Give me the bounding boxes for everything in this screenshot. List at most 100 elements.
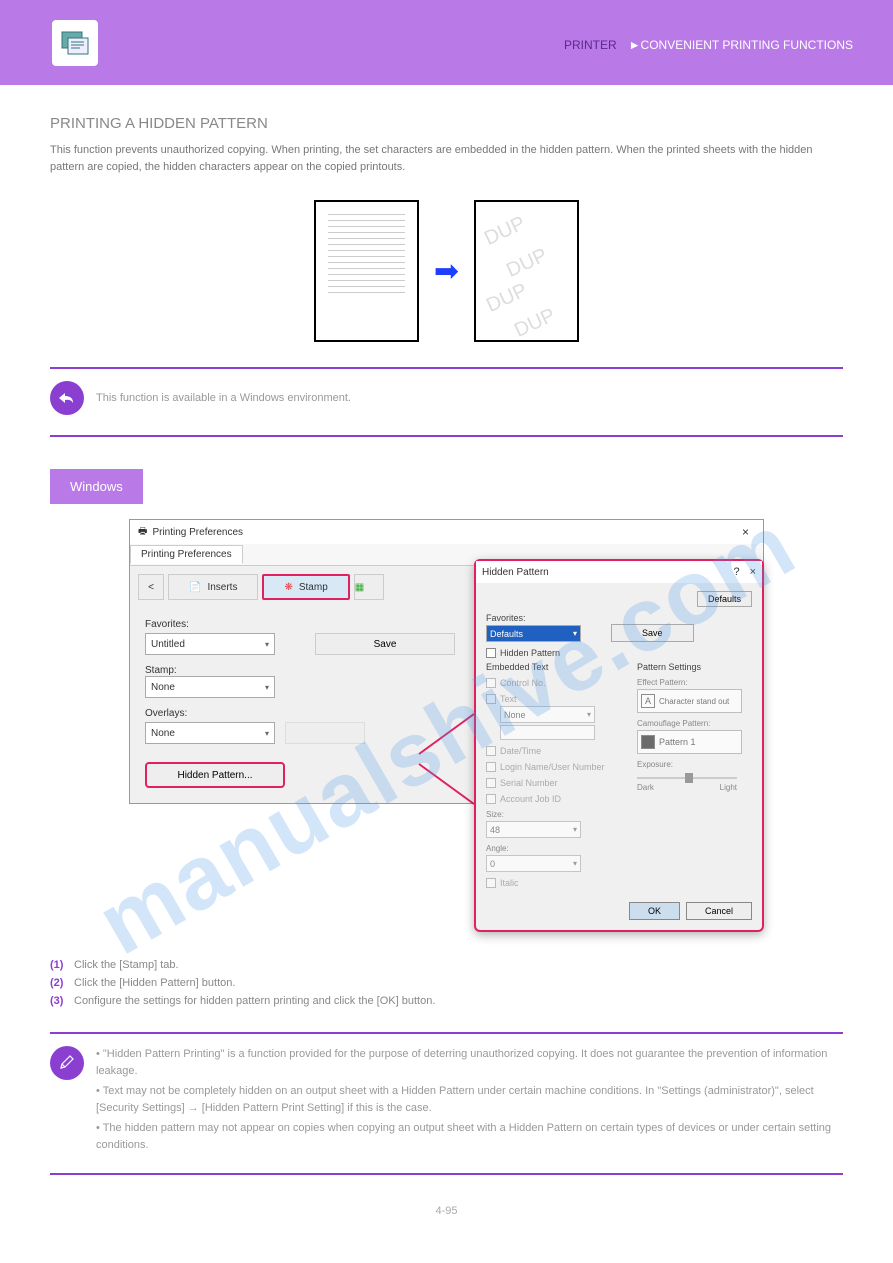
- printer-icon: 🖶: [138, 524, 147, 541]
- step-num: (3): [50, 995, 74, 1007]
- dialog-titlebar: Hidden Pattern ? ×: [476, 561, 762, 583]
- section-title: PRINTING A HIDDEN PATTERN: [50, 115, 843, 132]
- serial-checkbox[interactable]: [486, 778, 496, 788]
- chapter-link[interactable]: PRINTER: [564, 38, 617, 52]
- account-checkbox[interactable]: [486, 794, 496, 804]
- camo-select[interactable]: Pattern 1: [637, 730, 742, 754]
- copied-doc-icon: DUPDUPDUPDUP: [474, 200, 579, 342]
- footnote-1: • "Hidden Pattern Printing" is a functio…: [96, 1046, 843, 1079]
- size-label: Size:: [486, 810, 629, 819]
- header-bar: PRINTER ►CONVENIENT PRINTING FUNCTIONS: [0, 0, 893, 85]
- pencil-icon: [50, 1046, 84, 1080]
- original-doc-icon: [314, 200, 419, 342]
- green-icon: ▦: [355, 582, 364, 593]
- stamp-select[interactable]: None▾: [145, 676, 275, 698]
- step-1: Click the [Stamp] tab.: [74, 959, 179, 971]
- overlays-select[interactable]: None▾: [145, 722, 275, 744]
- dlg-save-button[interactable]: Save: [611, 624, 694, 642]
- overlays-settings-button[interactable]: [285, 722, 365, 744]
- embedded-text-label: Embedded Text: [486, 662, 629, 672]
- ok-button[interactable]: OK: [629, 902, 680, 920]
- cancel-button[interactable]: Cancel: [686, 902, 752, 920]
- step-2: Click the [Hidden Pattern] button.: [74, 977, 235, 989]
- serial-label: Serial Number: [500, 778, 558, 788]
- tab-next-partial[interactable]: ▦: [354, 574, 384, 600]
- dark-label: Dark: [637, 783, 654, 792]
- pattern-settings-label: Pattern Settings: [637, 662, 752, 672]
- divider: [50, 1032, 843, 1034]
- text-checkbox[interactable]: [486, 694, 496, 704]
- help-icon[interactable]: ?: [733, 566, 739, 578]
- chevron-down-icon: ▾: [265, 683, 269, 692]
- login-checkbox[interactable]: [486, 762, 496, 772]
- effect-icon: A: [641, 694, 655, 708]
- chevron-down-icon: ▾: [265, 640, 269, 649]
- dialog-close-icon[interactable]: ×: [750, 566, 756, 578]
- datetime-label: Date/Time: [500, 746, 541, 756]
- camo-label: Camouflage Pattern:: [637, 719, 752, 728]
- italic-checkbox[interactable]: [486, 878, 496, 888]
- section-para: This function prevents unauthorized copy…: [50, 142, 843, 175]
- hidden-pattern-dialog: Hidden Pattern ? × Defaults Favorites: D…: [474, 559, 764, 932]
- steps-block: (1)Click the [Stamp] tab. (2)Click the […: [50, 959, 843, 1007]
- windows-tag: Windows: [50, 469, 143, 504]
- login-label: Login Name/User Number: [500, 762, 605, 772]
- angle-select[interactable]: 0▾: [486, 855, 581, 872]
- size-select[interactable]: 48▾: [486, 821, 581, 838]
- hidden-pattern-button[interactable]: Hidden Pattern...: [145, 762, 285, 788]
- italic-label: Italic: [500, 878, 519, 888]
- exposure-slider[interactable]: [637, 777, 737, 779]
- nav-prev-button[interactable]: <: [138, 574, 164, 600]
- dlg-favorites-select[interactable]: Defaults▾: [486, 625, 581, 642]
- tab-stamp[interactable]: ❋Stamp: [262, 574, 349, 600]
- save-button[interactable]: Save: [315, 633, 455, 655]
- step-num: (1): [50, 959, 74, 971]
- tab-printing-preferences[interactable]: Printing Preferences: [130, 545, 243, 564]
- footnote-2: • Text may not be completely hidden on a…: [96, 1083, 843, 1116]
- arrow-right-icon: ➡: [434, 254, 459, 289]
- text-chk-label: Text: [500, 694, 517, 704]
- chevron-down-icon: ▾: [265, 729, 269, 738]
- step-3: Configure the settings for hidden patter…: [74, 995, 435, 1007]
- chevron-down-icon: ▾: [573, 629, 577, 638]
- page-number: 4-95: [50, 1205, 843, 1217]
- favorites-select[interactable]: Untitled▾: [145, 633, 275, 655]
- divider: [50, 1173, 843, 1175]
- camo-icon: [641, 735, 655, 749]
- inserts-icon: 📄: [189, 582, 201, 593]
- chevron-down-icon: ▾: [573, 825, 577, 834]
- text-input[interactable]: [500, 725, 595, 740]
- footnote-3: • The hidden pattern may not appear on c…: [96, 1120, 843, 1153]
- effect-select[interactable]: ACharacter stand out: [637, 689, 742, 713]
- chevron-down-icon: ▾: [587, 710, 591, 719]
- screenshot-composite: 🖶 Printing Preferences × Printing Prefer…: [129, 519, 764, 934]
- breadcrumb: PRINTER ►CONVENIENT PRINTING FUNCTIONS: [564, 38, 853, 52]
- effect-label: Effect Pattern:: [637, 678, 752, 687]
- dialog-title: Hidden Pattern: [482, 567, 549, 578]
- step-num: (2): [50, 977, 74, 989]
- text-select[interactable]: None▾: [500, 706, 595, 723]
- divider: [50, 367, 843, 369]
- close-icon[interactable]: ×: [736, 525, 755, 539]
- section-link[interactable]: ►CONVENIENT PRINTING FUNCTIONS: [629, 38, 853, 52]
- tab-inserts[interactable]: 📄Inserts: [168, 574, 258, 600]
- angle-label: Angle:: [486, 844, 629, 853]
- back-icon: [50, 381, 84, 415]
- stamp-icon: ❋: [284, 582, 292, 593]
- hidden-pattern-checkbox[interactable]: [486, 648, 496, 658]
- concept-diagram: ➡ DUPDUPDUPDUP: [50, 200, 843, 342]
- hidden-pattern-chk-label: Hidden Pattern: [500, 648, 560, 658]
- control-no-label: Control No.: [500, 678, 546, 688]
- light-label: Light: [720, 783, 737, 792]
- chevron-down-icon: ▾: [573, 859, 577, 868]
- titlebar: 🖶 Printing Preferences ×: [130, 520, 763, 544]
- exposure-label: Exposure:: [637, 760, 752, 769]
- dlg-favorites-label: Favorites:: [486, 613, 752, 623]
- logo-icon: [50, 18, 100, 68]
- datetime-checkbox[interactable]: [486, 746, 496, 756]
- dialog-defaults-button[interactable]: Defaults: [697, 591, 752, 607]
- back-note: This function is available in a Windows …: [96, 392, 351, 404]
- control-no-checkbox[interactable]: [486, 678, 496, 688]
- window-title: Printing Preferences: [152, 527, 243, 538]
- account-label: Account Job ID: [500, 794, 561, 804]
